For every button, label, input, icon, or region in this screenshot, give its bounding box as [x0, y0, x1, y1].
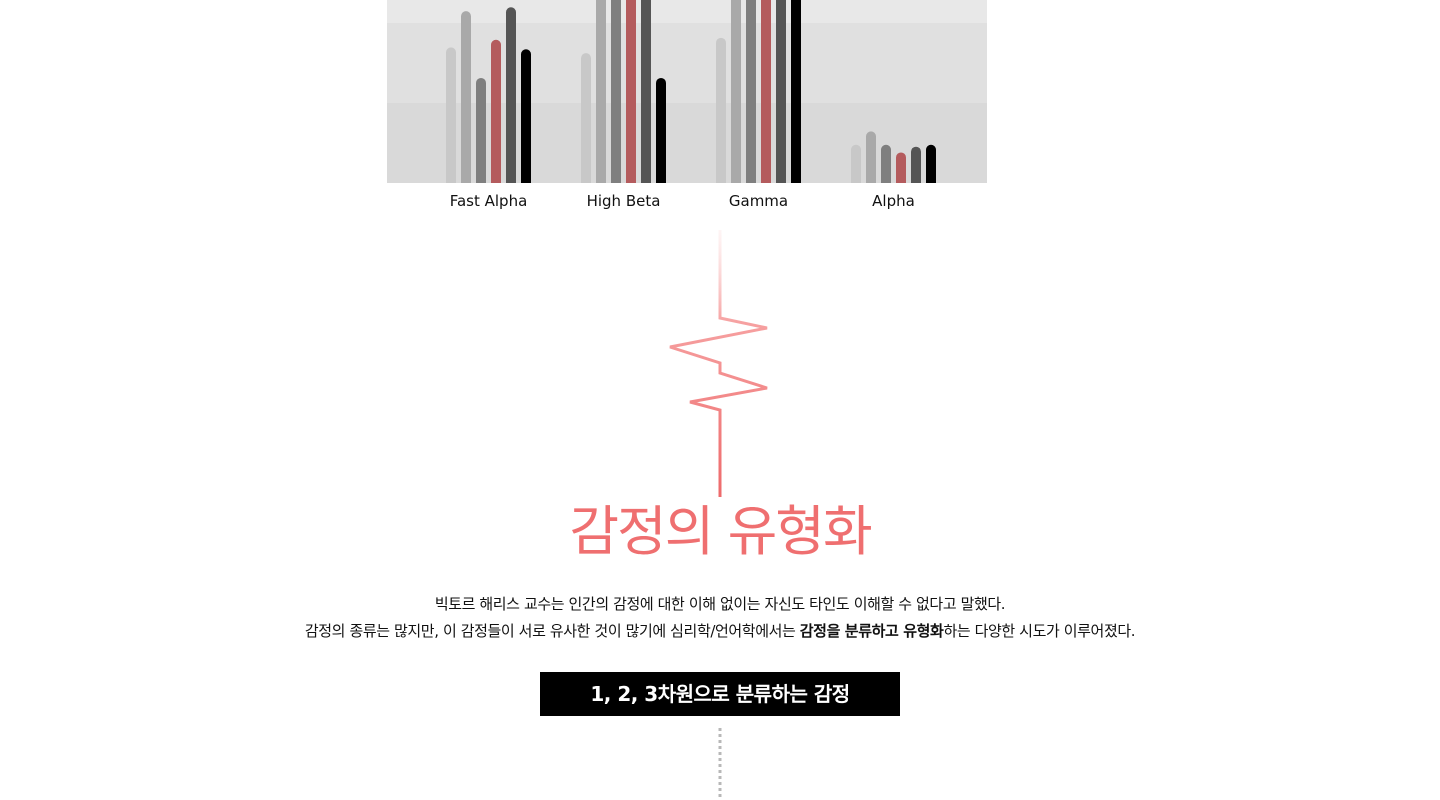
bar — [896, 152, 906, 183]
pulse-line — [669, 230, 768, 497]
bar — [881, 144, 891, 183]
bar — [926, 144, 936, 183]
bar — [476, 77, 486, 183]
description-text: 감정의 종류는 많지만, 이 감정들이 서로 유사한 것이 많기에 심리학/언어… — [304, 622, 800, 640]
category-label: High Beta — [587, 192, 661, 210]
category-label: Fast Alpha — [450, 192, 528, 210]
description-line-1: 빅토르 해리스 교수는 인간의 감정에 대한 이해 없이는 자신도 타인도 이해… — [434, 595, 1006, 613]
description-emphasis: 감정을 분류하고 유형화 — [799, 622, 944, 640]
bar — [581, 53, 591, 184]
dimension-banner: 1, 2, 3차원으로 분류하는 감정 — [540, 672, 900, 716]
bar — [521, 49, 531, 183]
bar — [626, 0, 636, 183]
bar — [731, 0, 741, 183]
description-line-2: 감정의 종류는 많지만, 이 감정들이 서로 유사한 것이 많기에 심리학/언어… — [0, 620, 1440, 641]
category-label: Alpha — [872, 192, 915, 210]
bar — [446, 47, 456, 183]
description-text-end: 하는 다양한 시도가 이루어졌다. — [943, 622, 1136, 640]
bar — [596, 0, 606, 183]
heartbeat-pulse-icon — [669, 230, 768, 497]
bar — [506, 7, 516, 184]
bar — [461, 11, 471, 183]
bar — [851, 144, 861, 183]
category-label: Gamma — [729, 192, 788, 210]
dotted-connector — [718, 728, 722, 800]
bar — [791, 0, 801, 183]
chart-background-band — [387, 0, 987, 23]
bar — [611, 0, 621, 183]
bar — [716, 37, 726, 184]
section-title: 감정의 유형화 — [569, 500, 872, 563]
bar — [866, 131, 876, 183]
chart-canvas: Fast Alpha High Beta Gamma Alpha — [387, 0, 987, 210]
band-power-chart: Fast Alpha High Beta Gamma Alpha — [387, 0, 987, 220]
bar — [491, 39, 501, 183]
bar — [746, 0, 756, 183]
bar — [656, 77, 666, 183]
bar — [776, 0, 786, 183]
bar — [761, 0, 771, 183]
bar — [911, 146, 921, 183]
bar — [641, 0, 651, 183]
